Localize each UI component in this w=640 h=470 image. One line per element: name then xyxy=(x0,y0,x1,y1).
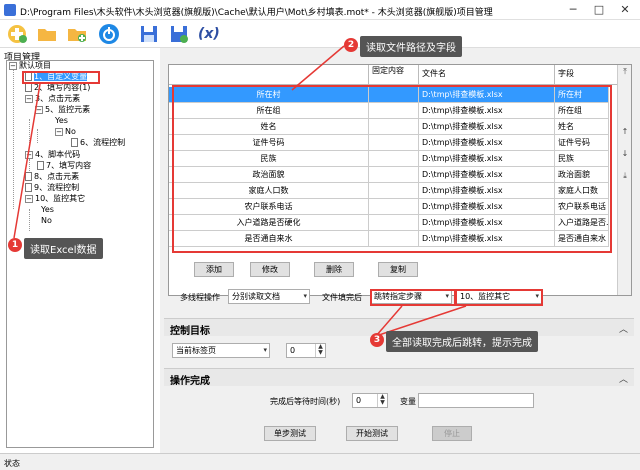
copy-button[interactable]: 复制 xyxy=(378,262,418,277)
app-icon xyxy=(4,4,16,16)
status-text: 状态 xyxy=(4,459,20,468)
new-project-icon[interactable] xyxy=(6,23,28,45)
highlight-box xyxy=(455,289,543,306)
variable-label: 变量 xyxy=(400,397,416,406)
scroll-bottom-icon[interactable]: ⤓ xyxy=(619,169,631,183)
power-icon[interactable] xyxy=(98,23,120,45)
scroll-top-icon[interactable]: ⤒ xyxy=(619,65,631,79)
callout-label: 全部读取完成后跳转，提示完成 xyxy=(386,331,538,352)
grid-header-field: 字段 xyxy=(555,65,619,85)
variable-field[interactable] xyxy=(418,393,534,408)
thread-label: 多线程操作 xyxy=(180,293,220,302)
wait-stepper[interactable]: 0 ▲ ▼ xyxy=(352,393,388,408)
tree-item[interactable]: Yes xyxy=(55,116,68,126)
tree-item[interactable]: 8、点击元素 xyxy=(25,172,79,182)
tab-select[interactable]: 当前标签页 ▾ xyxy=(172,343,270,358)
scroll-down-icon[interactable]: ↓ xyxy=(619,147,631,161)
callout-label: 读取文件路径及字段 xyxy=(360,36,462,57)
grid-scrollbar[interactable]: ⤒ ↑ ↓ ⤓ xyxy=(617,65,631,295)
tree-item[interactable]: −3、点击元素 xyxy=(25,94,80,104)
add-folder-icon[interactable] xyxy=(66,23,88,45)
collapse-icon[interactable]: ︿ xyxy=(619,322,628,335)
open-folder-icon[interactable] xyxy=(36,23,58,45)
grid-header-name xyxy=(169,65,369,85)
status-bar: 状态 xyxy=(0,453,640,470)
tree-item[interactable]: −4、脚本代码 xyxy=(25,150,80,160)
step-test-button[interactable]: 单步测试 xyxy=(264,426,316,441)
tree-item[interactable]: 2、填写内容(1) xyxy=(25,83,90,93)
tree-item[interactable]: Yes xyxy=(41,205,54,215)
tree-root[interactable]: − 默认项目 xyxy=(9,61,51,71)
collapse-icon[interactable]: ︿ xyxy=(619,372,628,385)
callout-label: 读取Excel数据 xyxy=(24,238,103,259)
after-fill-label: 文件填完后 xyxy=(322,293,362,302)
callout-badge: 1 xyxy=(8,238,22,252)
callout-badge: 3 xyxy=(370,333,384,347)
close-button[interactable]: ✕ xyxy=(612,2,638,18)
window-title: D:\Program Files\木头软件\木头浏览器(旗舰版)\Cache\默… xyxy=(20,8,493,18)
tab-index-stepper[interactable]: 0 ▲ ▼ xyxy=(286,343,326,358)
wait-label: 完成后等待时间(秒) xyxy=(270,397,341,406)
edit-button[interactable]: 修改 xyxy=(250,262,290,277)
callout-badge: 2 xyxy=(344,38,358,52)
highlight-box xyxy=(22,71,100,84)
save-as-icon[interactable] xyxy=(168,23,190,45)
toolbar: (x) xyxy=(0,20,640,48)
title-bar: D:\Program Files\木头软件\木头浏览器(旗舰版)\Cache\默… xyxy=(0,0,640,20)
tree-item[interactable]: − No xyxy=(55,127,76,137)
variable-icon[interactable]: (x) xyxy=(198,23,224,45)
delete-button[interactable]: 删除 xyxy=(314,262,354,277)
stop-button[interactable]: 停止 xyxy=(432,426,472,441)
thread-select[interactable]: 分别读取文档 ▾ xyxy=(228,289,310,304)
grid-header-fixed: 固定内容 xyxy=(369,65,419,85)
scroll-up-icon[interactable]: ↑ xyxy=(619,125,631,139)
maximize-button[interactable]: □ xyxy=(586,2,612,18)
tree-item[interactable]: No xyxy=(41,216,52,226)
tree-item[interactable]: 7、填写内容 xyxy=(37,161,91,171)
tree-item[interactable]: 9、流程控制 xyxy=(25,183,79,193)
start-test-button[interactable]: 开始测试 xyxy=(346,426,398,441)
finish-header[interactable]: 操作完成 ︿ xyxy=(164,368,634,387)
tree-item[interactable]: 6、流程控制 xyxy=(71,138,125,148)
save-icon[interactable] xyxy=(138,23,160,45)
highlight-box xyxy=(172,85,612,253)
tree-item[interactable]: −10、监控其它 xyxy=(25,194,85,204)
tree-item[interactable]: −5、监控元素 xyxy=(35,105,90,115)
add-button[interactable]: 添加 xyxy=(194,262,234,277)
minimize-button[interactable]: ─ xyxy=(560,2,586,18)
grid-header-file: 文件名 xyxy=(419,65,555,85)
highlight-box xyxy=(370,289,456,306)
